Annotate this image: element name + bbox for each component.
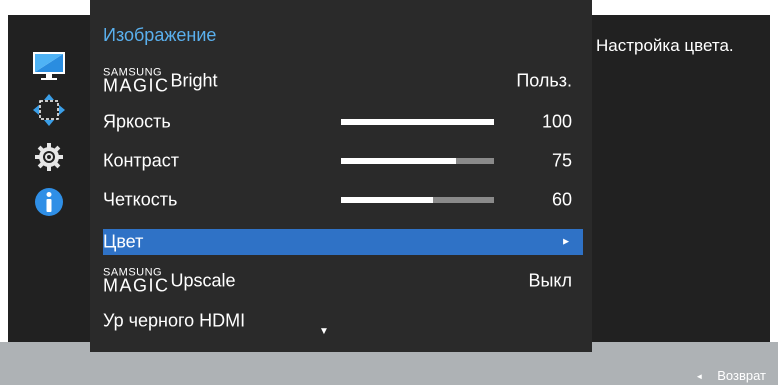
menu-item-label: Четкость — [103, 189, 178, 209]
menu-item-value: 75 — [551, 150, 572, 170]
slider-fill — [341, 157, 456, 164]
slider-fill — [341, 196, 433, 203]
menu-item-value: 100 — [541, 111, 572, 131]
brightness-slider[interactable] — [341, 118, 494, 125]
menu-item-label: SAMSUNG MAGIC Upscale — [103, 266, 236, 295]
menu-item-label: Ур черного HDMI — [103, 310, 246, 330]
picture-icon[interactable] — [32, 49, 66, 83]
menu-item-label: Контраст — [103, 150, 179, 170]
left-arrow-icon: ◄ — [695, 372, 704, 381]
menu-item-label: Цвет — [103, 231, 144, 252]
osd-screen: Изображение SAMSUNG MAGIC Bright Польз. … — [0, 0, 778, 385]
settings-gear-icon[interactable] — [32, 140, 66, 174]
slider-fill — [341, 118, 494, 125]
menu-item-label: SAMSUNG MAGIC Bright — [103, 66, 218, 95]
menu-item-value: Польз. — [516, 70, 572, 90]
contrast-slider[interactable] — [341, 157, 494, 164]
magic-logo: SAMSUNG MAGIC — [103, 66, 170, 95]
menu-panel: Изображение SAMSUNG MAGIC Bright Польз. … — [90, 0, 592, 352]
back-label: Возврат — [717, 368, 766, 383]
menu-item-contrast[interactable]: Контраст 75 — [103, 142, 583, 179]
info-icon[interactable] — [32, 185, 66, 219]
sharpness-slider[interactable] — [341, 196, 494, 203]
menu-title: Изображение — [103, 25, 217, 45]
menu-item-color[interactable]: Цвет ► — [103, 229, 583, 255]
position-icon[interactable] — [32, 93, 66, 127]
menu-item-value: Выкл — [528, 270, 572, 290]
menu-item-magic-bright[interactable]: SAMSUNG MAGIC Bright Польз. — [103, 62, 583, 99]
magic-logo: SAMSUNG MAGIC — [103, 266, 170, 295]
menu-item-hdmi-black-level[interactable]: Ур черного HDMI — [103, 302, 583, 339]
menu-item-sharpness[interactable]: Четкость 60 — [103, 181, 583, 218]
sidebar — [8, 15, 90, 342]
scroll-down-icon[interactable]: ▼ — [319, 326, 329, 337]
menu-item-label: Яркость — [103, 111, 171, 131]
menu-item-value: 60 — [551, 189, 572, 209]
menu-item-brightness[interactable]: Яркость 100 — [103, 103, 583, 140]
help-text: Настройка цвета. — [596, 36, 734, 55]
chevron-right-icon: ► — [561, 236, 571, 248]
menu-item-magic-upscale[interactable]: SAMSUNG MAGIC Upscale Выкл — [103, 262, 583, 299]
back-button[interactable]: ◄ Возврат — [695, 368, 766, 383]
help-panel: Настройка цвета. — [592, 15, 770, 342]
